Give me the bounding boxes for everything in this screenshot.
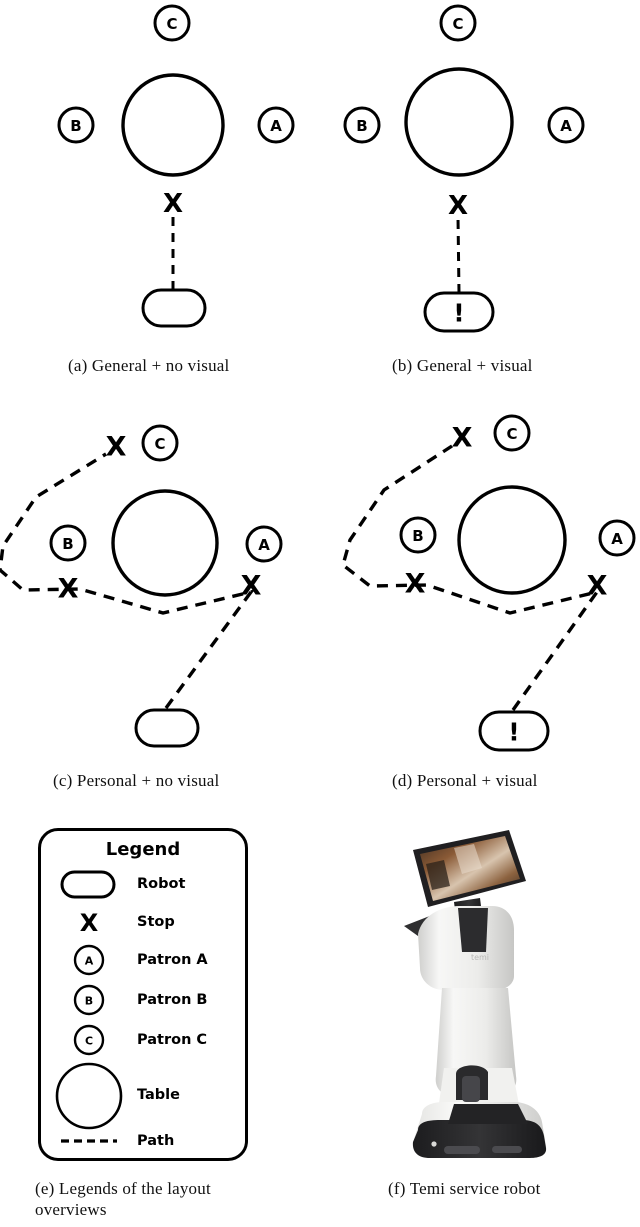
legend-row-patron-a: A Patron A <box>41 943 245 977</box>
dashed-line-icon <box>41 1135 137 1147</box>
svg-text:X: X <box>80 909 99 937</box>
legend-label-table: Table <box>137 1087 180 1103</box>
patron-circle-c-icon: C <box>41 1023 137 1057</box>
legend-title: Legend <box>105 839 181 860</box>
panel-personal-no-visual: C B A X X X <box>0 0 320 770</box>
caption-d: (d) Personal + visual <box>392 771 538 790</box>
patron-label-b: B <box>412 527 423 545</box>
legend-label-robot: Robot <box>137 876 186 892</box>
robot-path <box>341 444 602 711</box>
legend-row-table: Table <box>41 1059 245 1131</box>
robot-path <box>0 452 256 710</box>
patron-label-a: A <box>611 530 623 548</box>
stop-x-icon-a: X <box>241 571 262 602</box>
robot-screen <box>413 830 526 907</box>
legend-row-path: Path <box>41 1128 245 1154</box>
stop-x-icon-b: X <box>405 569 426 600</box>
robot-base-dark <box>412 1120 547 1158</box>
stop-x-icon-c: X <box>106 432 127 463</box>
legend-label-patron-b: Patron B <box>137 992 208 1008</box>
legend-box: Legend Robot X Stop A Patron A B Patron … <box>38 828 248 1161</box>
caption-e: (e) Legends of the layout overviews <box>35 1179 211 1220</box>
legend-label-stop: Stop <box>137 914 175 930</box>
legend-row-patron-c: C Patron C <box>41 1023 245 1057</box>
robot-base-led <box>431 1141 437 1147</box>
patron-label-a: A <box>258 536 270 554</box>
robot-handle-grip <box>462 1076 480 1102</box>
stop-x-icon-c: X <box>452 423 473 454</box>
robot-base-sensor-right <box>492 1146 522 1153</box>
robot-pill-icon <box>41 869 137 899</box>
legend-panel: Legend Robot X Stop A Patron A B Patron … <box>38 828 248 1161</box>
temi-robot-photo: temi <box>396 824 586 1164</box>
diagram-d: C B A X X X ! <box>341 414 636 752</box>
patron-label-b: B <box>62 535 73 553</box>
patron-label-c: C <box>506 425 517 443</box>
robot-base-top-panel <box>448 1104 528 1124</box>
robot-base-sensor-left <box>444 1146 480 1154</box>
legend-label-patron-c: Patron C <box>137 1032 208 1048</box>
legend-row-patron-b: B Patron B <box>41 983 245 1017</box>
temi-robot-illustration: temi <box>404 830 547 1158</box>
robot-alert-glyph: ! <box>508 718 519 747</box>
table-circle <box>457 485 567 595</box>
diagram-c: C B A X X X <box>0 424 283 748</box>
caption-f: (f) Temi service robot <box>388 1179 541 1198</box>
table-circle <box>111 489 219 597</box>
svg-text:B: B <box>85 995 93 1008</box>
robot-chest-panel <box>458 908 488 952</box>
svg-text:A: A <box>85 955 94 968</box>
stop-x-icon-a: X <box>587 571 608 602</box>
patron-label-c: C <box>154 435 165 453</box>
legend-row-stop: X Stop <box>41 907 245 937</box>
legend-label-patron-a: Patron A <box>137 952 208 968</box>
stop-x-icon-b: X <box>58 574 79 605</box>
robot-pill <box>134 708 200 748</box>
x-mark-icon: X <box>41 907 137 937</box>
caption-c: (c) Personal + no visual <box>53 771 220 790</box>
robot-brand-text: temi <box>471 953 489 962</box>
panel-personal-visual: C B A X X X ! <box>320 0 640 770</box>
patron-circle-a-icon: A <box>41 943 137 977</box>
legend-row-robot: Robot <box>41 865 245 903</box>
svg-text:C: C <box>85 1035 93 1048</box>
patron-circle-b-icon: B <box>41 983 137 1017</box>
table-circle-icon <box>41 1060 137 1130</box>
legend-label-path: Path <box>137 1133 175 1149</box>
